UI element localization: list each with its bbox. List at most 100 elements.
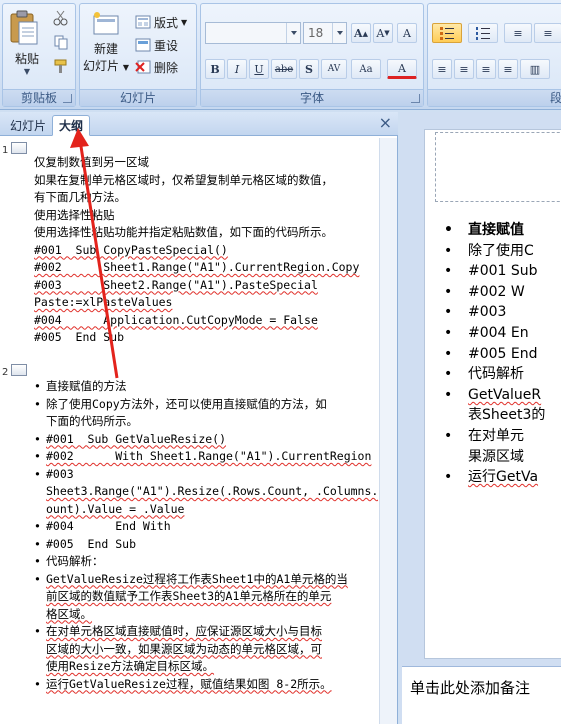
pane-tab-bar: 幻灯片 大纲 × [0, 112, 398, 136]
chevron-down-icon: ▼ [181, 17, 188, 27]
outline-line: #005 End Sub [34, 330, 125, 344]
list-item: #002 With Sheet1.Range("A1").CurrentRegi… [34, 448, 374, 466]
slide-bullet: #004 En [444, 323, 545, 344]
outline-content[interactable]: 1 仅复制数值到另一区域 如果在复制单元格区域时，仅希望复制单元格区域的数值， … [0, 138, 378, 724]
list-item-continuation: 前区域的数值赋予工作表Sheet3的A1单元格所在的单元 [46, 589, 332, 603]
slide-bullet: 直接赋值 [444, 220, 545, 241]
new-slide-icon [93, 12, 119, 35]
new-slide-label-line2: 幻灯片 [83, 59, 120, 73]
list-item: 除了使用Copy方法外，还可以使用直接赋值的方法，如 [34, 396, 374, 414]
underline-button[interactable]: U [249, 59, 269, 79]
tab-slides[interactable]: 幻灯片 [3, 115, 53, 136]
numbering-icon [476, 27, 490, 40]
list-item: 代码解析： [34, 553, 374, 571]
char-spacing-button[interactable]: AV [321, 59, 347, 79]
paragraph-group: ≡ ≡ ≡ ≡ ≡ ≡ ▥ 段 [427, 3, 561, 107]
chevron-down-icon: ▼ [23, 67, 31, 76]
list-item-continuation: 下面的代码所示。 [46, 414, 138, 428]
clipboard-group: 粘贴 ▼ 剪贴板 [2, 3, 76, 107]
shrink-font-button[interactable]: A ▼ [373, 23, 393, 43]
font-group: 18 A ▲ A ▼ A B I U abe S AV Aa A 字体 [200, 3, 424, 107]
slide2-bullets: 直接赋值的方法 除了使用Copy方法外，还可以使用直接赋值的方法，如 下面的代码… [34, 378, 378, 694]
reset-icon [135, 38, 151, 52]
outline-line: 如果在复制单元格区域时，仅希望复制单元格区域的数值， [34, 172, 333, 187]
outline-line: #002 Sheet1.Range("A1").CurrentRegion.Co… [34, 260, 360, 274]
justify-button[interactable]: ≡ [498, 59, 518, 79]
bold-button[interactable]: B [205, 59, 225, 79]
slide-bullet: #003 [444, 302, 545, 323]
reset-button[interactable]: 重设 [135, 35, 178, 55]
font-size-value: 18 [308, 26, 324, 40]
decrease-indent-button[interactable]: ≡ [504, 23, 532, 43]
list-item: #001 Sub GetValueResize() [34, 431, 374, 449]
title-placeholder[interactable] [435, 132, 561, 202]
align-left-button[interactable]: ≡ [432, 59, 452, 79]
align-right-button[interactable]: ≡ [476, 59, 496, 79]
columns-button[interactable]: ▥ [520, 59, 550, 79]
chevron-down-icon[interactable] [332, 23, 346, 43]
paste-label: 粘贴 [14, 52, 39, 66]
layout-label: 版式 [154, 15, 179, 30]
scissors-icon [53, 10, 68, 26]
copy-button[interactable] [53, 34, 69, 50]
vertical-scrollbar[interactable] [379, 138, 397, 724]
list-item: #003 [34, 466, 374, 484]
tab-outline[interactable]: 大纲 [52, 115, 91, 136]
outline-line: #001 Sub CopyPasteSpecial() [34, 242, 228, 257]
chevron-down-icon: ▼ [122, 63, 129, 72]
layout-button[interactable]: 版式 ▼ [135, 12, 187, 32]
ribbon: 粘贴 ▼ 剪贴板 新建 幻灯片 ▼ 版式 ▼ 重设 删除 幻灯片 18 A ▲ … [0, 0, 561, 110]
font-color-button[interactable]: A [387, 59, 417, 79]
slide-body-text[interactable]: 直接赋值 除了使用C #001 Sub #002 W #003 #004 En … [444, 220, 545, 488]
font-launcher-icon[interactable] [411, 94, 420, 103]
list-item-continuation: ount).Value = .Value [46, 501, 185, 516]
bullets-button[interactable] [432, 23, 462, 43]
list-item: #005 End Sub [34, 536, 374, 554]
delete-label: 删除 [154, 60, 179, 75]
chevron-down-icon[interactable] [286, 23, 300, 43]
list-item-continuation: Sheet3.Range("A1").Resize(.Rows.Count, .… [46, 484, 378, 498]
numbering-button[interactable] [468, 23, 498, 43]
font-name-combo[interactable] [205, 22, 301, 44]
italic-button[interactable]: I [227, 59, 247, 79]
slide-icon[interactable] [11, 364, 27, 376]
bullets-icon [440, 27, 454, 40]
notes-pane[interactable]: 单击此处添加备注 [402, 666, 561, 724]
increase-indent-button[interactable]: ≡ [534, 23, 561, 43]
slide1-text: 仅复制数值到另一区域 如果在复制单元格区域时，仅希望复制单元格区域的数值， 有下… [34, 154, 374, 347]
delete-slide-icon [135, 60, 151, 74]
new-slide-label-line1: 新建 [93, 42, 118, 56]
slide-bullet-continuation: 表Sheet3的 [468, 407, 546, 424]
delete-slide-button[interactable]: 删除 [135, 57, 178, 77]
slide-bullet-continuation: 果源区域 [468, 448, 524, 465]
strikethrough-button[interactable]: abe [271, 59, 297, 79]
align-center-button[interactable]: ≡ [454, 59, 474, 79]
new-slide-button[interactable]: 新建 幻灯片 ▼ [82, 10, 130, 74]
grow-font-button[interactable]: A ▲ [351, 23, 371, 43]
slide-icon[interactable] [11, 142, 27, 154]
outline-line: #003 Sheet2.Range("A1").PasteSpecial [34, 277, 318, 292]
slide-number: 1 [2, 145, 9, 156]
format-painter-button[interactable] [53, 58, 69, 74]
close-icon[interactable]: × [379, 114, 392, 132]
shadow-button[interactable]: S [299, 59, 319, 79]
outline-line: 有下面几种方法。 [34, 190, 126, 204]
slide-bullet: GetValueR [444, 385, 545, 406]
clipboard-launcher-icon[interactable] [63, 94, 72, 103]
slide-editor-pane: 直接赋值 除了使用C #001 Sub #002 W #003 #004 En … [400, 112, 561, 724]
list-item: #004 End With [34, 518, 374, 536]
cut-button[interactable] [53, 10, 69, 26]
slide-bullet: 代码解析 [444, 364, 545, 385]
clear-format-button[interactable]: A [397, 23, 417, 43]
paste-button[interactable]: 粘贴 ▼ [7, 8, 47, 76]
list-item: 运行GetValueResize过程，赋值结果如图 8-2所示。 [34, 676, 374, 694]
list-item-continuation: 使用Resize方法确定目标区域。 [46, 659, 215, 673]
slide-bullet: 除了使用C [444, 241, 545, 262]
list-item: 在对单元格区域直接赋值时，应保证源区域大小与目标 [34, 623, 374, 641]
slide-number: 2 [2, 367, 9, 378]
font-size-combo[interactable]: 18 [303, 22, 347, 44]
change-case-button[interactable]: Aa [351, 59, 381, 79]
font-group-label: 字体 [201, 89, 423, 106]
outline-line: 仅复制数值到另一区域 [34, 155, 149, 169]
list-item-continuation: 区域的大小一致，如果源区域为动态的单元格区域，可 [46, 641, 322, 656]
